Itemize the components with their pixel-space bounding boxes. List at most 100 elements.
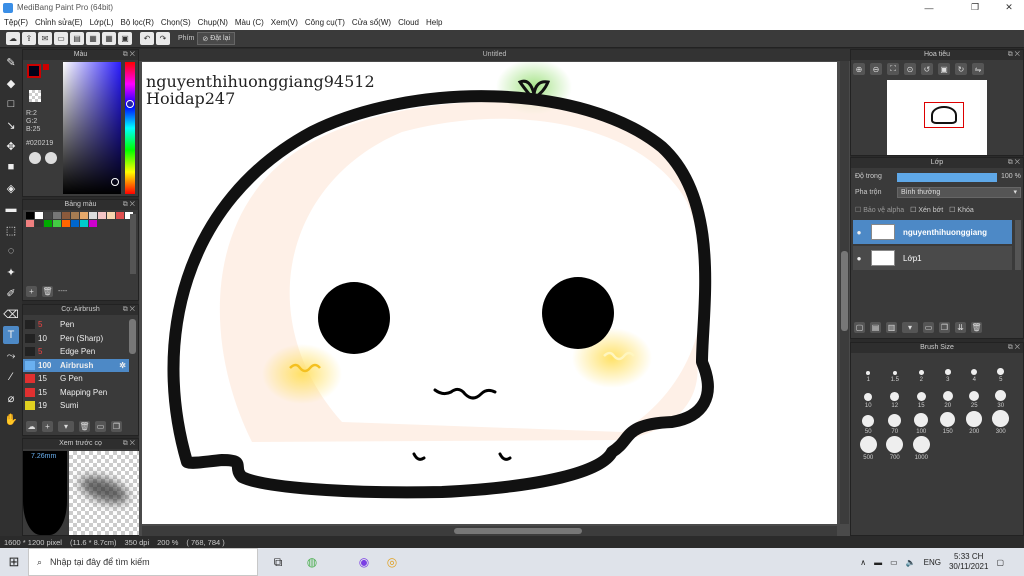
brush-item-pen[interactable]: 5 Pen: [23, 318, 129, 332]
display-icon[interactable]: ▭: [890, 558, 898, 567]
menu-view[interactable]: Xem(V): [271, 18, 298, 27]
close-button[interactable]: ✕: [994, 0, 1024, 15]
eraser-tool-icon[interactable]: ◆: [3, 74, 19, 92]
brush-item-airbrush[interactable]: 100 Airbrush ✲: [23, 358, 129, 372]
opacity-slider[interactable]: [897, 173, 997, 182]
document-icon[interactable]: ▤: [70, 32, 84, 45]
menu-layer[interactable]: Lớp(L): [90, 18, 114, 27]
palette-scrollbar[interactable]: [130, 214, 136, 274]
chat-icon[interactable]: ▭: [54, 32, 68, 45]
brush-size-option[interactable]: 1: [855, 357, 882, 383]
lock-checkbox[interactable]: ☐ Khóa: [949, 206, 974, 214]
brush-size-option[interactable]: 3: [935, 357, 962, 383]
brush-size-option[interactable]: 300: [988, 409, 1015, 435]
hand-tool-icon[interactable]: ✋: [3, 410, 19, 428]
brush-item-g-pen[interactable]: 15 G Pen: [23, 372, 129, 386]
menu-edit[interactable]: Chỉnh sửa(E): [35, 18, 83, 27]
canvas-vertical-scrollbar[interactable]: [840, 61, 849, 524]
hue-cursor[interactable]: [126, 100, 134, 108]
gradient-tool-icon[interactable]: ▬: [3, 200, 19, 218]
brush-size-option[interactable]: 500: [855, 435, 882, 461]
move-tool-icon[interactable]: ✥: [3, 137, 19, 155]
brush-size-option[interactable]: 70: [882, 409, 909, 435]
hue-slider[interactable]: [125, 62, 135, 194]
brush-folder-icon[interactable]: ▭: [95, 421, 106, 432]
volume-icon[interactable]: 🔈: [906, 558, 916, 567]
windows-start-icon[interactable]: ⊞: [0, 548, 28, 576]
menu-color[interactable]: Màu (C): [235, 18, 264, 27]
clipping-checkbox[interactable]: ☐ Xén bớt: [910, 206, 943, 214]
brush-size-option[interactable]: 150: [935, 409, 962, 435]
undo-icon[interactable]: ↶: [140, 32, 154, 45]
grid-icon[interactable]: ▦: [102, 32, 116, 45]
fill-rect-tool-icon[interactable]: ■: [3, 158, 19, 176]
clock[interactable]: 5:33 CH 30/11/2021: [949, 552, 988, 572]
brush-size-option[interactable]: 20: [935, 383, 962, 409]
brush-copy-icon[interactable]: ❐: [111, 421, 122, 432]
lasso-tool-icon[interactable]: ◌: [3, 242, 19, 260]
select-eraser-tool-icon[interactable]: ⌫: [3, 305, 19, 323]
layer-row-1[interactable]: ● Lớp1: [853, 246, 1012, 270]
blend-mode-select[interactable]: Bình thường ▾: [897, 187, 1021, 198]
saturation-value-picker[interactable]: [63, 62, 121, 194]
rotate-left-icon[interactable]: ↺: [921, 63, 933, 75]
taskbar-search[interactable]: ⌕ Nhập tại đây để tìm kiếm: [28, 548, 258, 576]
brush-item-pen-sharp[interactable]: 10 Pen (Sharp): [23, 332, 129, 346]
delete-layer-icon[interactable]: 🗑: [971, 322, 982, 333]
menu-window[interactable]: Cửa sổ(W): [352, 18, 391, 27]
minimize-button[interactable]: —: [914, 0, 944, 15]
language-indicator[interactable]: ENG: [924, 558, 941, 567]
brush-size-option[interactable]: 700: [882, 435, 909, 461]
protect-alpha-checkbox[interactable]: ☐ Bảo vệ alpha: [855, 206, 904, 214]
cloud-icon[interactable]: ☁: [6, 32, 20, 45]
layer-row-text[interactable]: ● nguyenthihuonggiang: [853, 220, 1012, 244]
brush-item-mapping-pen[interactable]: 15 Mapping Pen: [23, 386, 129, 400]
rotate-right-icon[interactable]: ↻: [955, 63, 967, 75]
select-pen-tool-icon[interactable]: ✐: [3, 284, 19, 302]
drawing-canvas[interactable]: nguyenthihuonggiang94512 Hoidap247: [142, 62, 837, 524]
flip-icon[interactable]: ⇋: [972, 63, 984, 75]
comic-panel-icon[interactable]: ▦: [86, 32, 100, 45]
navigator-thumbnail[interactable]: [887, 80, 987, 155]
new-halftone-layer-icon[interactable]: ▤: [870, 322, 881, 333]
chevron-up-icon[interactable]: ∧: [860, 558, 866, 567]
color-set-icon[interactable]: [45, 152, 57, 164]
transparent-color-swatch[interactable]: [29, 90, 41, 102]
zoom-out-icon[interactable]: ⊖: [870, 63, 882, 75]
brush-scrollbar[interactable]: [129, 319, 136, 354]
delete-brush-icon[interactable]: 🗑: [79, 421, 90, 432]
swap-colors-icon[interactable]: [43, 64, 49, 70]
visibility-icon[interactable]: ●: [853, 228, 865, 237]
upload-icon[interactable]: ⇪: [22, 32, 36, 45]
layer-folder-icon[interactable]: ▭: [923, 322, 934, 333]
menu-file[interactable]: Tệp(F): [4, 18, 28, 27]
canvas-horizontal-scrollbar[interactable]: [142, 526, 837, 536]
text-tool-icon[interactable]: T: [3, 326, 19, 344]
brush-size-option[interactable]: 15: [908, 383, 935, 409]
chrome-taskbar-icon[interactable]: ◎: [378, 548, 406, 576]
menu-select[interactable]: Chọn(S): [161, 18, 191, 27]
eyedropper-tool-icon[interactable]: ⌀: [3, 389, 19, 407]
brush-size-option[interactable]: 200: [961, 409, 988, 435]
brush-item-edge-pen[interactable]: 5 Edge Pen: [23, 345, 129, 359]
messenger-taskbar-icon[interactable]: ◉: [350, 548, 378, 576]
brush-size-option[interactable]: 12: [882, 383, 909, 409]
new-layer-icon[interactable]: ▢: [854, 322, 865, 333]
new-8bit-layer-icon[interactable]: ▥: [886, 322, 897, 333]
task-view-icon[interactable]: ⧉: [264, 548, 292, 576]
redo-icon[interactable]: ↷: [156, 32, 170, 45]
magic-wand-tool-icon[interactable]: ✦: [3, 263, 19, 281]
color-wheel-icon[interactable]: [29, 152, 41, 164]
operation-tool-icon[interactable]: ⤳: [3, 347, 19, 365]
menu-tools[interactable]: Công cụ(T): [305, 18, 345, 27]
layer-scrollbar[interactable]: [1015, 220, 1021, 270]
menu-snap[interactable]: Chụp(N): [198, 18, 228, 27]
foreground-color-swatch[interactable]: [27, 64, 41, 78]
zoom-in-icon[interactable]: ⊕: [853, 63, 865, 75]
visibility-icon[interactable]: ●: [853, 254, 865, 263]
brush-item-sumi[interactable]: 19 Sumi: [23, 399, 129, 413]
document-tab[interactable]: Untitled: [139, 49, 850, 61]
notification-icon[interactable]: ▢: [996, 558, 1004, 567]
menu-filter[interactable]: Bộ lọc(R): [121, 18, 154, 27]
settings-panel-icon[interactable]: ▣: [118, 32, 132, 45]
